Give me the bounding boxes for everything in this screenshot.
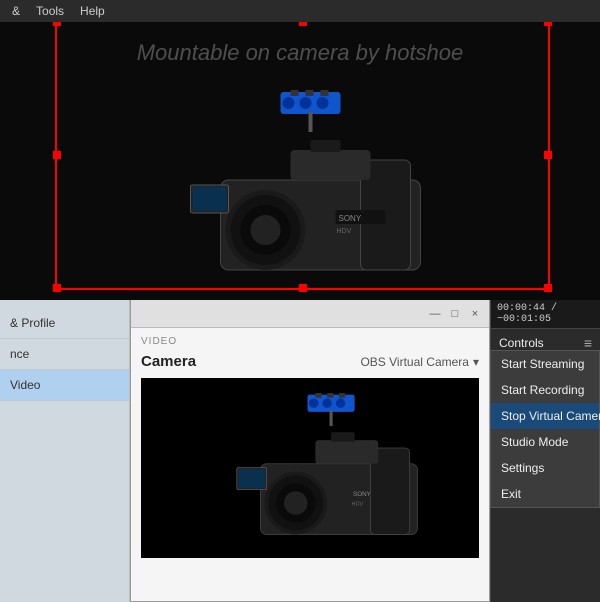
properties-window: — □ × VIDEO Camera OBS Virtual Camera ▾ [130,300,490,602]
sidebar: & Profile nce Video [0,300,130,602]
controls-menu-icon[interactable]: ≡ [584,335,592,351]
video-label: VIDEO [141,336,479,347]
svg-text:SONY: SONY [353,491,372,498]
handle-ml[interactable] [53,151,61,159]
sidebar-item-nce[interactable]: nce [0,339,129,370]
camera-image-small: SONY HDV [210,393,460,558]
menu-exit[interactable]: Exit [491,481,599,507]
sidebar-item-profile[interactable]: & Profile [0,308,129,339]
close-button[interactable]: × [467,306,483,322]
menu-studio-mode[interactable]: Studio Mode [491,429,599,455]
sidebar-item-video[interactable]: Video [0,370,129,401]
preview-canvas: Mountable on camera by hotshoe [0,0,600,300]
source-dropdown[interactable]: OBS Virtual Camera ▾ [360,355,479,369]
preview-area: & Tools Help Mountable on camera by hots… [0,0,600,300]
handle-br[interactable] [544,284,552,292]
watermark-text: Mountable on camera by hotshoe [0,40,600,66]
maximize-button[interactable]: □ [447,306,463,322]
handle-mr[interactable] [544,151,552,159]
handle-bl[interactable] [53,284,61,292]
svg-text:SONY: SONY [339,214,362,223]
source-preview: SONY HDV [141,378,479,558]
minimize-button[interactable]: — [427,306,443,322]
menu-tools[interactable]: Tools [28,2,72,20]
chevron-down-icon: ▾ [473,355,479,369]
menu-stop-virtual-camera[interactable]: Stop Virtual Camera [491,403,599,429]
menu-start-recording[interactable]: Start Recording [491,377,599,403]
source-name: Camera [141,353,196,370]
camera-image-top: SONY HDV [161,90,471,300]
bottom-panel: & Profile nce Video — □ × VIDEO Camera O… [0,300,600,602]
timer-display: 00:00:44 / ~00:01:05 [491,300,600,329]
context-menu: Start Streaming Start Recording Stop Vir… [490,350,600,508]
controls-title: Controls [499,336,544,350]
svg-text:HDV: HDV [352,501,364,507]
right-panel: 00:00:44 / ~00:01:05 Controls ≡ Start St… [490,300,600,602]
menu-bar: & Tools Help [0,0,600,22]
source-row: Camera OBS Virtual Camera ▾ [141,353,479,370]
menu-ampersand[interactable]: & [4,2,28,20]
svg-text:HDV: HDV [337,228,352,235]
window-body: VIDEO Camera OBS Virtual Camera ▾ [131,328,489,601]
menu-help[interactable]: Help [72,2,113,20]
window-titlebar: — □ × [131,300,489,328]
menu-start-streaming[interactable]: Start Streaming [491,351,599,377]
menu-settings[interactable]: Settings [491,455,599,481]
source-dropdown-label: OBS Virtual Camera [360,355,469,369]
